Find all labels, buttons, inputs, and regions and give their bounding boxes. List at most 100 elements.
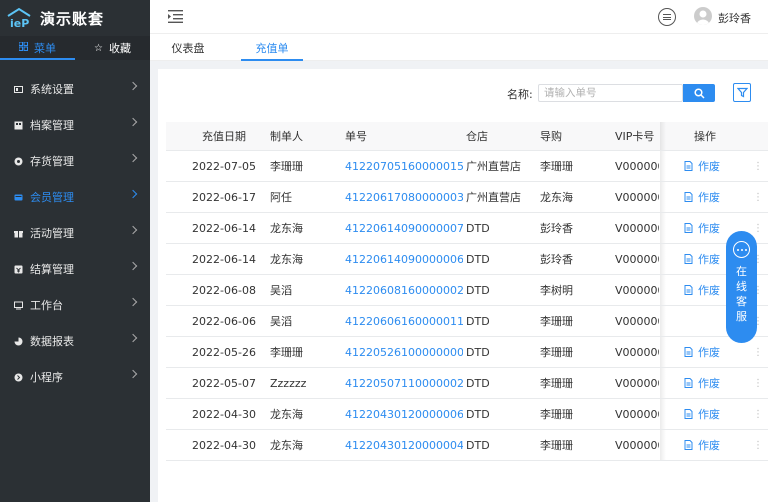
void-action[interactable]: 作废 (660, 406, 750, 422)
order-number-link[interactable]: 412204301200000048 (345, 439, 463, 452)
member-icon (13, 192, 23, 202)
order-number-link[interactable]: 412207051600000156 (345, 160, 463, 173)
order-number-link[interactable]: 412204301200000064 (345, 408, 463, 421)
sidebar-item-miniapp[interactable]: 小程序 (0, 359, 150, 395)
sidebar-item-archive[interactable]: 档案管理 (0, 107, 150, 143)
void-action[interactable]: 作废 (660, 344, 750, 360)
void-action[interactable]: 作废 (660, 158, 750, 174)
column-header[interactable]: 仓店 (466, 128, 536, 144)
column-header[interactable]: VIP卡号 (615, 128, 659, 144)
document-icon (684, 161, 693, 171)
search-label: 名称: (507, 88, 533, 101)
more-icon[interactable]: ⋮ (753, 161, 763, 172)
cell-date: 2022-06-14 (192, 221, 256, 235)
sidebar-tab-menu[interactable]: 菜单 (0, 36, 75, 60)
void-action[interactable]: 作废 (660, 375, 750, 391)
chevron-right-icon (128, 81, 138, 91)
void-action-label: 作废 (698, 377, 720, 390)
cell-date: 2022-04-30 (192, 438, 256, 452)
more-icon[interactable]: ⋮ (753, 409, 763, 420)
cell-maker: 吴滔 (270, 315, 292, 328)
table-row[interactable]: 2022-06-14 龙东海 412206140900000067 DTD 彭玲香 V00… (166, 244, 768, 275)
void-action[interactable]: 作废 (660, 437, 750, 453)
top-header: 彭玲香 (150, 0, 768, 34)
order-number-link[interactable]: 412206061600000119 (345, 315, 463, 328)
sidebar-item-label: 活动管理 (30, 227, 74, 240)
table-row[interactable]: 2022-06-17 阿任 412206170800000033 广州直营店 龙东海 V0… (166, 182, 768, 213)
content-card: 名称: 充值日期 制单人 单号 仓店 导购 VIP卡号 操作 2022-07-0… (158, 69, 768, 502)
search-input[interactable] (538, 84, 683, 102)
order-number-link[interactable]: 412206081600000028 (345, 284, 463, 297)
sidebar-tab-favorites[interactable]: ☆ 收藏 (75, 36, 150, 60)
order-number-link[interactable]: 412205261000000005 (345, 346, 463, 359)
cell-date: 2022-05-26 (192, 345, 256, 359)
column-header[interactable]: 充值日期 (188, 128, 260, 144)
table-row[interactable]: 2022-07-05 李珊珊 412207051600000156 广州直营店 李珊珊 V… (166, 151, 768, 182)
cell-maker: 龙东海 (270, 253, 303, 266)
user-name[interactable]: 彭玲香 (718, 10, 751, 26)
sidebar-item-label: 小程序 (30, 371, 63, 384)
tab-dashboard[interactable]: 仪表盘 (158, 34, 218, 61)
sidebar-item-inventory[interactable]: 存货管理 (0, 143, 150, 179)
more-icon[interactable]: ⋮ (753, 192, 763, 203)
online-service-label: 在线客服 (736, 265, 747, 323)
cell-date: 2022-04-30 (192, 407, 256, 421)
menu-collapse-icon[interactable] (168, 10, 183, 23)
sidebar-item-workbench[interactable]: 工作台 (0, 287, 150, 323)
sidebar-item-label: 系统设置 (30, 83, 74, 96)
fixed-column-shadow (660, 306, 666, 336)
more-icon[interactable]: ⋮ (753, 347, 763, 358)
more-icon[interactable]: ⋮ (753, 223, 763, 234)
sidebar-item-label: 会员管理 (30, 191, 74, 204)
cell-vip: V000000 (615, 314, 659, 328)
column-header[interactable]: 导购 (540, 128, 610, 144)
cell-guide: 龙东海 (540, 191, 573, 204)
cell-store: DTD (466, 438, 490, 452)
cell-maker: 龙东海 (270, 439, 303, 452)
sidebar-tab-menu-label: 菜单 (34, 42, 56, 55)
filter-button[interactable] (733, 83, 751, 102)
void-action[interactable]: 作废 (660, 189, 750, 205)
chevron-right-icon (128, 261, 138, 271)
table-row[interactable]: 2022-06-06 吴滔 412206061600000119 DTD 李珊珊 V000… (166, 306, 768, 337)
cell-vip: V000000 (615, 221, 659, 235)
table-row[interactable]: 2022-06-14 龙东海 412206140900000070 DTD 彭玲香 V00… (166, 213, 768, 244)
cell-guide: 彭玲香 (540, 253, 573, 266)
order-number-link[interactable]: 412206140900000067 (345, 253, 463, 266)
chevron-right-icon (128, 117, 138, 127)
sidebar-item-system-settings[interactable]: 系统设置 (0, 71, 150, 107)
column-header[interactable]: 制单人 (270, 128, 340, 144)
column-header[interactable]: 单号 (345, 128, 463, 144)
online-service-button[interactable]: 在线客服 (726, 231, 757, 343)
sidebar: ieP 演示账套 菜单 ☆ 收藏 系统设置 档案管理 存货管理 会员管理 活动管… (0, 0, 150, 502)
document-icon (684, 440, 693, 450)
table-row[interactable]: 2022-06-08 吴滔 412206081600000028 DTD 李树明 V000… (166, 275, 768, 306)
document-icon (684, 254, 693, 264)
document-icon (684, 285, 693, 295)
app-title: 演示账套 (40, 9, 105, 28)
search-button[interactable] (683, 84, 715, 102)
more-icon[interactable]: ⋮ (753, 378, 763, 389)
void-action-label: 作废 (698, 160, 720, 173)
table-row[interactable]: 2022-05-26 李珊珊 412205261000000005 DTD 李珊珊 V00… (166, 337, 768, 368)
avatar[interactable] (694, 7, 712, 25)
sidebar-item-settlement[interactable]: 结算管理 (0, 251, 150, 287)
column-header: 操作 (694, 130, 716, 143)
cell-date: 2022-06-14 (192, 252, 256, 266)
document-icon (684, 223, 693, 233)
sidebar-item-reports[interactable]: 数据报表 (0, 323, 150, 359)
sidebar-item-member[interactable]: 会员管理 (0, 179, 150, 215)
cell-vip: V000000 (615, 376, 659, 390)
sidebar-item-activity[interactable]: 活动管理 (0, 215, 150, 251)
order-number-link[interactable]: 412206170800000033 (345, 191, 463, 204)
order-number-link[interactable]: 412206140900000070 (345, 222, 463, 235)
more-icon[interactable]: ⋮ (753, 440, 763, 451)
table-row[interactable]: 2022-04-30 龙东海 412204301200000048 DTD 李珊珊 V00… (166, 430, 768, 461)
miniapp-icon (13, 372, 23, 382)
desk-icon (13, 300, 23, 310)
order-number-link[interactable]: 412205071100000021 (345, 377, 463, 390)
list-menu-icon[interactable] (658, 8, 676, 26)
table-row[interactable]: 2022-04-30 龙东海 412204301200000064 DTD 李珊珊 V00… (166, 399, 768, 430)
tab-recharge[interactable]: 充值单 (241, 34, 303, 61)
table-row[interactable]: 2022-05-07 Zzzzzz 412205071100000021 DTD 李珊珊… (166, 368, 768, 399)
